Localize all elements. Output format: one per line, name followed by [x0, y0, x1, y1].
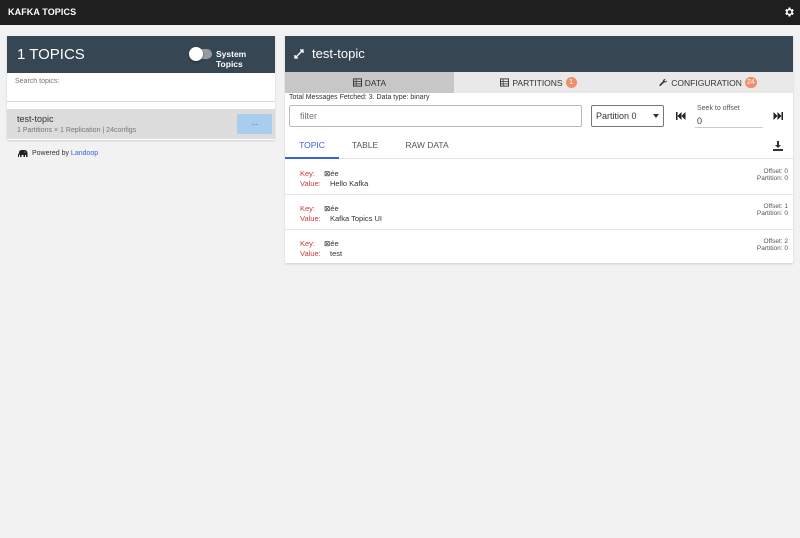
download-icon[interactable]: [773, 141, 783, 151]
topic-search: [7, 73, 275, 102]
tab-partitions-label: PARTITIONS: [512, 77, 563, 88]
topic-title: test-topic: [312, 46, 365, 61]
value-label: Value:: [300, 249, 321, 258]
detail-tabs: DATA PARTITIONS 1 CONFIGURATION 24: [285, 72, 793, 93]
message-offset: Offset: 0: [763, 168, 788, 175]
tab-partitions[interactable]: PARTITIONS 1: [454, 72, 623, 93]
topics-count-title: 1 TOPICS: [17, 46, 85, 63]
chevron-down-icon: [653, 114, 659, 118]
key-value: ⊠ée: [324, 239, 339, 248]
message-item[interactable]: Key: ⊠ée Value: Hello Kafka Offset: 0 Pa…: [285, 160, 793, 195]
partitions-badge: 1: [565, 77, 577, 88]
system-topics-label: System Topics: [216, 49, 247, 69]
topic-detail-panel: test-topic DATA PARTITIONS 1 CONFIGURATI…: [285, 36, 793, 265]
key-value: ⊠ée: [324, 204, 339, 213]
fetch-info: Total Messages Fetched: 3. Data type: bi…: [289, 94, 430, 101]
message-partition: Partition: 0: [756, 245, 788, 252]
topic-meta: 1 Partitions × 1 Replication | 24configs: [17, 127, 137, 134]
powered-prefix: Powered by: [32, 150, 71, 157]
message-offset: Offset: 2: [763, 238, 788, 245]
tab-raw-data[interactable]: RAW DATA: [397, 133, 457, 159]
app-title[interactable]: KAFKA TOPICS: [8, 7, 76, 17]
message-value: test: [330, 249, 343, 258]
landoop-link[interactable]: Landoop: [71, 150, 98, 157]
value-label: Value:: [300, 214, 321, 223]
filter-input[interactable]: [290, 106, 581, 126]
tab-configuration[interactable]: CONFIGURATION 24: [623, 72, 793, 93]
tab-table[interactable]: TABLE: [341, 133, 389, 159]
key-value: ⊠ée: [324, 169, 339, 178]
topics-panel-header: 1 TOPICS System Topics: [7, 36, 275, 73]
expand-icon[interactable]: [294, 49, 304, 59]
topic-list-item[interactable]: test-topic 1 Partitions × 1 Replication …: [7, 109, 275, 139]
key-label: Key:: [300, 239, 316, 248]
message-offset: Offset: 1: [763, 203, 788, 210]
topics-panel: 1 TOPICS System Topics test-topic 1 Part…: [7, 36, 275, 140]
seek-offset-label: Seek to offset: [697, 105, 740, 112]
elephant-icon: [18, 150, 28, 157]
topic-name[interactable]: test-topic: [17, 114, 54, 124]
wrench-icon: [659, 78, 668, 86]
toggle-knob: [189, 47, 203, 61]
filter-field: [289, 105, 582, 127]
view-tabs: TOPIC TABLE RAW DATA: [285, 133, 793, 159]
skip-to-last-icon[interactable]: [773, 112, 783, 120]
tab-configuration-label: CONFIGURATION: [671, 77, 742, 88]
table-icon: [500, 78, 510, 87]
top-navbar: KAFKA TOPICS: [0, 0, 800, 25]
tab-data[interactable]: DATA: [285, 72, 454, 93]
tab-data-label: DATA: [364, 77, 387, 88]
search-topics-input[interactable]: [7, 73, 275, 101]
tab-topic[interactable]: TOPIC: [285, 133, 339, 159]
table-icon: [352, 78, 362, 87]
message-value: Kafka Topics UI: [330, 214, 382, 223]
gear-icon[interactable]: [783, 6, 795, 18]
seek-offset-input[interactable]: [695, 114, 763, 128]
skip-to-first-icon[interactable]: [676, 112, 686, 120]
message-value: Hello Kafka: [330, 179, 369, 188]
partition-selected: Partition 0: [596, 111, 637, 121]
message-item[interactable]: Key: ⊠ée Value: Kafka Topics UI Offset: …: [285, 195, 793, 230]
key-label: Key:: [300, 169, 316, 178]
system-topics-toggle[interactable]: [189, 47, 212, 61]
key-label: Key:: [300, 204, 316, 213]
configuration-badge: 24: [744, 77, 757, 88]
message-partition: Partition: 0: [756, 175, 788, 182]
message-item[interactable]: Key: ⊠ée Value: test Offset: 2 Partition…: [285, 230, 793, 265]
message-partition: Partition: 0: [756, 210, 788, 217]
topic-detail-header: test-topic: [285, 36, 793, 72]
value-label: Value:: [300, 179, 321, 188]
topic-more-button[interactable]: ...: [237, 114, 272, 134]
message-list: Key: ⊠ée Value: Hello Kafka Offset: 0 Pa…: [285, 160, 793, 265]
partition-select[interactable]: Partition 0: [591, 105, 664, 127]
powered-text: Powered by Landoop: [32, 150, 98, 157]
